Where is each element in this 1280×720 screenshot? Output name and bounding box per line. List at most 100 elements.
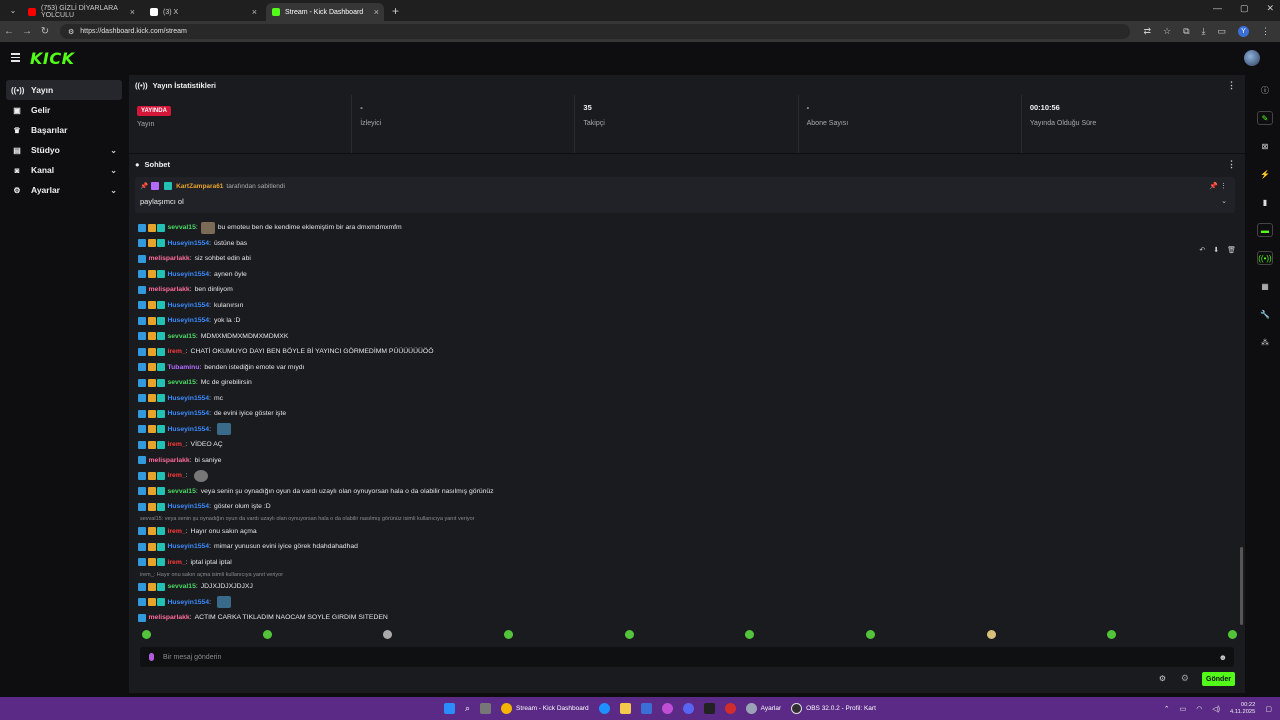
file-explorer-icon[interactable] — [619, 703, 631, 714]
tab-youtube[interactable]: (753) GİZLİ DİYARLARA YOLCULU × — [22, 3, 140, 21]
search-icon[interactable]: ⌕ — [465, 703, 470, 714]
emoji-picker-icon[interactable]: ☻ — [1219, 653, 1227, 662]
chat-message[interactable]: irem_: VİDEO AÇ — [138, 437, 1238, 453]
taskbar-app-obs[interactable]: OBS 32.0.2 - Profil: Kart — [791, 703, 876, 714]
chat-username[interactable]: Huseyin1554 — [168, 302, 210, 309]
chat-username[interactable]: sevval15 — [168, 379, 196, 386]
close-icon[interactable]: × — [252, 7, 257, 17]
chevron-up-icon[interactable]: ⌃ — [1164, 705, 1170, 713]
chat-message[interactable]: sevval15: Mc de girebilirsin — [138, 375, 1238, 391]
chat-message[interactable]: Huseyin1554: kulanırsın — [138, 298, 1238, 314]
app-icon[interactable] — [661, 703, 673, 714]
pinned-username[interactable]: KartZampara61 — [176, 183, 223, 190]
chat-message[interactable]: Huseyin1554: göster olum işte :D — [138, 499, 1238, 515]
sidebar-item-basarilar[interactable]: ♛ Başarılar — [6, 120, 122, 140]
browser-menu-icon[interactable]: ⋮ — [1261, 26, 1270, 37]
chat-message[interactable]: irem_: — [138, 468, 1238, 484]
broadcast-icon[interactable]: ((•)) — [1257, 251, 1273, 265]
chat-message[interactable]: irem_: CHATİ OKUMUYO DAYI BEN BÖYLE Bİ YA… — [138, 344, 1238, 360]
url-field[interactable]: ⚙ https://dashboard.kick.com/stream — [60, 24, 1130, 39]
bookmark-star-icon[interactable]: ☆ — [1163, 26, 1171, 37]
info-icon[interactable]: ⓘ — [1257, 83, 1273, 97]
chat-username[interactable]: irem_ — [168, 528, 186, 535]
chat-username[interactable]: Huseyin1554 — [168, 410, 210, 417]
chat-username[interactable]: sevval15 — [168, 224, 196, 231]
delete-icon[interactable]: 🗑 — [1227, 246, 1236, 254]
tab-search-icon[interactable]: ⌄ — [4, 6, 22, 15]
chat-message[interactable]: Huseyin1554: — [138, 422, 1238, 438]
chat-message[interactable]: melisparlakk: siz sohbet edin abi — [138, 251, 1238, 267]
store-icon[interactable] — [640, 703, 652, 714]
chat-tools-icon[interactable]: ⚙ — [1181, 673, 1189, 684]
reload-icon[interactable]: ↻ — [36, 26, 54, 37]
share-icon[interactable]: ⁂ — [1257, 335, 1273, 349]
tab-x[interactable]: (3) X × — [144, 3, 262, 21]
more-options-icon[interactable]: ⋮ — [1227, 159, 1236, 170]
chat-message[interactable]: melisparlakk: bi saniye — [138, 453, 1238, 469]
chat-message[interactable]: Huseyin1554: aynen öyle — [138, 267, 1238, 283]
chat-input[interactable]: Bir mesaj gönderin ☻ — [140, 647, 1234, 667]
grid-icon[interactable]: ▦ — [1257, 279, 1273, 293]
split-view-icon[interactable]: ▭ — [1217, 26, 1226, 37]
clipboard-icon[interactable]: ▮ — [1257, 195, 1273, 209]
reply-icon[interactable]: ↶ — [1199, 246, 1205, 254]
emote-icon[interactable] — [262, 630, 272, 639]
chat-username[interactable]: Huseyin1554 — [168, 395, 210, 402]
chat-username[interactable]: melisparlakk — [149, 457, 190, 464]
emote-icon[interactable] — [1107, 630, 1117, 639]
chat-message[interactable]: sevval15: veya senin şu oynadığın oyun da… — [138, 484, 1238, 500]
back-icon[interactable]: ← — [0, 26, 18, 37]
profile-avatar[interactable]: Y — [1238, 26, 1249, 37]
emote-icon[interactable] — [865, 630, 875, 639]
sidebar-item-ayarlar[interactable]: ⚙ Ayarlar ⌄ — [6, 180, 122, 200]
discord-icon[interactable] — [682, 703, 694, 714]
chat-message[interactable]: sevval15: JDJXJDJXJDJXJ — [138, 579, 1238, 595]
chat-message[interactable]: Huseyin1554: — [138, 595, 1238, 611]
edit-icon[interactable]: ✎ — [1257, 111, 1273, 125]
chat-username[interactable]: melisparlakk — [149, 286, 190, 293]
sidebar-item-gelir[interactable]: ▣ Gelir — [6, 100, 122, 120]
sidebar-item-kanal[interactable]: ◙ Kanal ⌄ — [6, 160, 122, 180]
chat-scrollbar[interactable] — [1240, 547, 1243, 625]
volume-icon[interactable]: ◁) — [1212, 705, 1220, 713]
pin-icon[interactable]: ⬇ — [1213, 246, 1219, 254]
sidebar-item-yayin[interactable]: ((•)) Yayın — [6, 80, 122, 100]
app-icon[interactable] — [703, 703, 715, 714]
chat-username[interactable]: irem_ — [168, 559, 186, 566]
chat-message[interactable]: melisparlakk: ben dinliyom — [138, 282, 1238, 298]
close-icon[interactable]: × — [374, 7, 379, 17]
chevron-down-icon[interactable]: ⌄ — [1221, 197, 1227, 205]
chat-settings-icon[interactable]: ⚙ — [1159, 674, 1166, 683]
new-tab-button[interactable]: + — [392, 4, 399, 18]
battery-icon[interactable]: ▭ — [1180, 705, 1187, 713]
chat-username[interactable]: Huseyin1554 — [168, 503, 210, 510]
chat-username[interactable]: sevval15 — [168, 488, 196, 495]
chat-username[interactable]: melisparlakk — [149, 255, 190, 262]
chat-username[interactable]: irem_ — [168, 348, 186, 355]
windows-start-icon[interactable] — [444, 703, 455, 714]
chat-message[interactable]: Huseyin1554: de evini iyice göster işte — [138, 406, 1238, 422]
chat-username[interactable]: melisparlakk — [149, 614, 190, 621]
minimize-icon[interactable]: — — [1213, 3, 1222, 14]
app-icon[interactable] — [724, 703, 736, 714]
emote-icon[interactable] — [745, 630, 755, 639]
chat-username[interactable]: Huseyin1554 — [168, 240, 210, 247]
chat-icon[interactable]: ▬ — [1257, 223, 1273, 237]
chat-message[interactable]: irem_: Hayır onu sakın açma — [138, 524, 1238, 540]
emote-icon[interactable] — [986, 630, 996, 639]
clock[interactable]: 00:22 4.11.2025 — [1230, 702, 1255, 716]
emote-icon[interactable] — [1227, 630, 1237, 639]
unpin-icon[interactable]: 📌 ⋮ — [1209, 182, 1227, 190]
sidebar-item-studyo[interactable]: ▤ Stüdyo ⌄ — [6, 140, 122, 160]
chat-message[interactable]: Huseyin1554: mimar yunusun evini iyice gö… — [138, 539, 1238, 555]
maximize-icon[interactable]: ▢ — [1240, 3, 1249, 14]
translate-icon[interactable]: ⇄ — [1143, 26, 1151, 37]
taskbar-app-settings[interactable]: Ayarlar — [745, 703, 781, 714]
chat-username[interactable]: Tubaminu — [168, 364, 200, 371]
emote-icon[interactable] — [503, 630, 513, 639]
close-icon[interactable]: × — [130, 7, 135, 17]
extensions-icon[interactable]: ⧉ — [1183, 26, 1189, 37]
chat-username[interactable]: Huseyin1554 — [168, 271, 210, 278]
user-avatar[interactable] — [1244, 50, 1260, 66]
chat-username[interactable]: sevval15 — [168, 583, 196, 590]
